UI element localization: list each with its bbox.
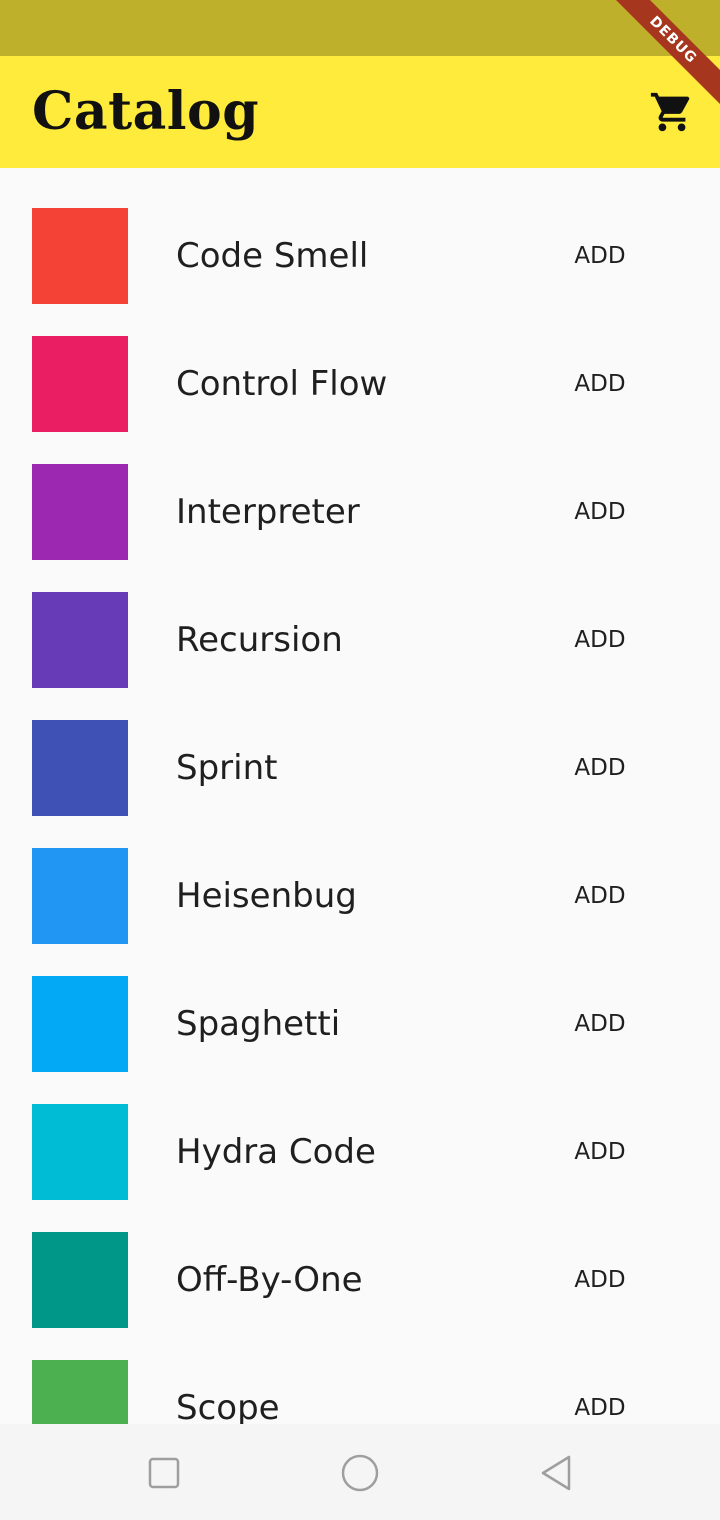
list-item: Heisenbug ADD <box>0 808 720 944</box>
navigation-bar <box>0 1424 720 1520</box>
item-name: Spaghetti <box>176 1004 341 1044</box>
add-button[interactable]: ADD <box>560 1000 640 1048</box>
shopping-cart-icon <box>650 92 690 132</box>
list-item: Off-By-One ADD <box>0 1192 720 1328</box>
app-bar: Catalog <box>0 56 720 168</box>
item-color-swatch <box>32 1360 128 1424</box>
item-name: Heisenbug <box>176 876 357 916</box>
item-name: Sprint <box>176 748 278 788</box>
recent-apps-icon <box>148 1457 180 1489</box>
item-color-swatch <box>32 1232 128 1328</box>
add-button[interactable]: ADD <box>560 744 640 792</box>
add-button[interactable]: ADD <box>560 360 640 408</box>
item-color-swatch <box>32 208 128 304</box>
add-button[interactable]: ADD <box>560 232 640 280</box>
list-item: Spaghetti ADD <box>0 936 720 1072</box>
list-item: Sprint ADD <box>0 680 720 816</box>
item-color-swatch <box>32 336 128 432</box>
add-button[interactable]: ADD <box>560 488 640 536</box>
item-color-swatch <box>32 592 128 688</box>
add-button[interactable]: ADD <box>560 1256 640 1304</box>
item-name: Interpreter <box>176 492 360 532</box>
list-item: Code Smell ADD <box>0 168 720 304</box>
home-button[interactable] <box>335 1448 385 1498</box>
item-name: Hydra Code <box>176 1132 376 1172</box>
item-color-swatch <box>32 720 128 816</box>
item-name: Scope <box>176 1388 280 1424</box>
list-item: Recursion ADD <box>0 552 720 688</box>
status-bar <box>0 0 720 56</box>
item-color-swatch <box>32 976 128 1072</box>
add-button[interactable]: ADD <box>560 872 640 920</box>
item-name: Recursion <box>176 620 343 660</box>
list-item: Interpreter ADD <box>0 424 720 560</box>
list-item: Scope ADD <box>0 1320 720 1424</box>
add-button[interactable]: ADD <box>560 1384 640 1424</box>
item-color-swatch <box>32 1104 128 1200</box>
item-color-swatch <box>32 464 128 560</box>
item-color-swatch <box>32 848 128 944</box>
item-name: Code Smell <box>176 236 369 276</box>
add-button[interactable]: ADD <box>560 616 640 664</box>
home-icon <box>341 1454 379 1492</box>
add-button[interactable]: ADD <box>560 1128 640 1176</box>
recent-apps-button[interactable] <box>139 1448 189 1498</box>
back-icon <box>541 1455 571 1491</box>
item-name: Control Flow <box>176 364 388 404</box>
page-title: Catalog <box>32 81 260 142</box>
cart-button[interactable] <box>640 80 704 144</box>
item-name: Off-By-One <box>176 1260 363 1300</box>
list-item: Control Flow ADD <box>0 296 720 432</box>
list-item: Hydra Code ADD <box>0 1064 720 1200</box>
back-button[interactable] <box>531 1448 581 1498</box>
catalog-list[interactable]: Code Smell ADD Control Flow ADD Interpre… <box>0 168 720 1424</box>
